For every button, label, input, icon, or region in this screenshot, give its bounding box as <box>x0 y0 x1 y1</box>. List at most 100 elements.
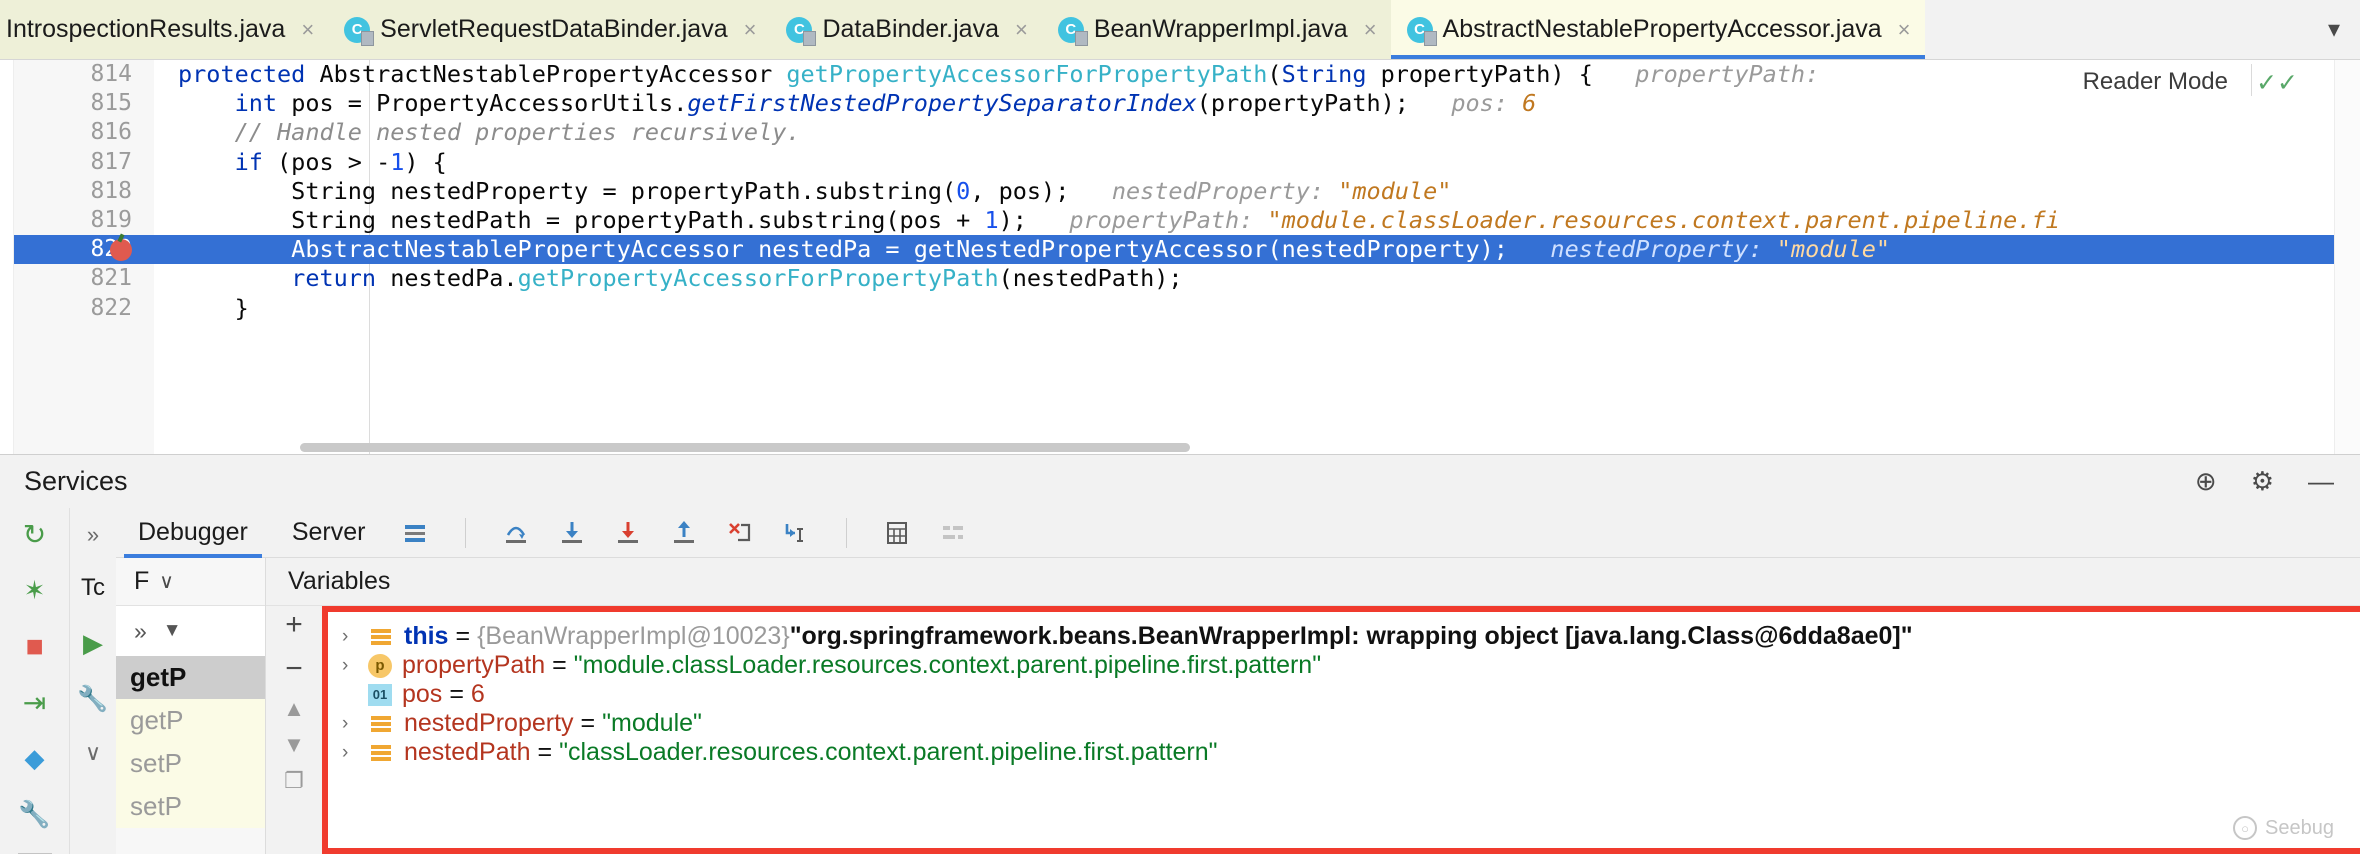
code-token: protected <box>178 60 320 88</box>
code-line-820[interactable]: AbstractNestablePropertyAccessor nestedP… <box>154 235 2360 265</box>
tab-debugger[interactable]: Debugger <box>116 508 270 558</box>
wrench-icon[interactable]: 🔧 <box>77 685 108 714</box>
chevron-down-icon[interactable]: ▼ <box>163 620 182 642</box>
rerun-debug-icon[interactable]: ✶ <box>18 574 52 608</box>
settings-icon[interactable] <box>935 515 971 551</box>
code-token: (propertyPath); <box>1196 89 1409 118</box>
gutter-line-822[interactable]: 822− <box>14 294 188 323</box>
code-token: 1 <box>984 205 999 234</box>
code-token: ) { <box>404 147 447 176</box>
ide-window: IntrospectionResults.java × C ServletReques… <box>0 0 2360 854</box>
add-watch-button[interactable]: + <box>285 610 303 640</box>
editor-tab-label: AbstractNestablePropertyAccessor.java <box>1442 15 1882 43</box>
step-into-icon[interactable] <box>554 515 590 551</box>
variable-row[interactable]: › p propertyPath = "module.classLoader.resou… <box>328 651 2360 680</box>
overflow-chevrons-icon[interactable]: » <box>87 522 99 548</box>
code-line-815[interactable]: int pos = PropertyAccessorUtils.getFirst… <box>154 89 2360 118</box>
code-line-818[interactable]: String nestedProperty = propertyPath.sub… <box>154 177 2360 206</box>
watermark: ○ Seebug <box>2233 816 2334 840</box>
frame-row[interactable]: setP <box>116 742 265 785</box>
seebug-logo-icon: ○ <box>2233 816 2258 840</box>
gutter-line-821[interactable]: 821 <box>14 264 154 293</box>
force-step-into-icon[interactable] <box>610 515 646 551</box>
add-service-icon[interactable]: ⊕ <box>2195 466 2217 497</box>
gutter-line-816[interactable]: 816 <box>14 118 154 147</box>
toolbar-divider-2 <box>846 517 848 548</box>
editor-tab-3[interactable]: C BeanWrapperImpl.java × <box>1041 0 1391 59</box>
expand-chevron-right-icon[interactable]: › <box>342 742 368 764</box>
frame-row[interactable]: getP <box>116 656 265 699</box>
breakpoint-icon[interactable] <box>110 239 132 262</box>
gutter-line-815[interactable]: 815 <box>14 89 154 118</box>
settings-gear-icon[interactable]: ⚙ <box>2251 466 2274 497</box>
settings-wrench-icon[interactable]: 🔧 <box>18 797 52 831</box>
layout-icon[interactable] <box>397 515 433 551</box>
frames-list[interactable]: getP getP setP setP <box>116 656 265 828</box>
tab-server[interactable]: Server <box>270 508 388 558</box>
code-token: 0 <box>956 176 971 205</box>
frames-panel: F ∨ » ▼ getP getP setP setP <box>116 558 266 854</box>
close-icon[interactable]: × <box>301 17 314 43</box>
expand-chevron-right-icon[interactable]: › <box>342 626 368 648</box>
expand-chevron-right-icon[interactable]: › <box>342 655 368 677</box>
gutter-line-814[interactable]: 814− <box>14 60 188 89</box>
close-icon[interactable]: × <box>1015 17 1028 43</box>
rerun-icon[interactable]: ↻ <box>18 518 52 552</box>
drop-frame-icon[interactable] <box>722 515 758 551</box>
code-line-822[interactable]: } <box>154 294 2360 323</box>
run-to-cursor-icon[interactable] <box>778 515 814 551</box>
close-icon[interactable]: × <box>744 17 757 43</box>
code-token: ); <box>998 205 1027 234</box>
code-editor[interactable]: 814−815816817−818819820821822− protected… <box>0 60 2360 454</box>
gutter-line-817[interactable]: 817− <box>14 148 188 177</box>
code-line-816[interactable]: // Handle nested properties recursively. <box>154 118 2360 147</box>
close-icon[interactable]: × <box>1364 17 1377 43</box>
gutter-line-818[interactable]: 818 <box>14 177 154 206</box>
editor-gutter[interactable]: 814−815816817−818819820821822− <box>14 60 188 454</box>
expand-chevron-right-icon[interactable]: › <box>342 713 368 735</box>
editor-tab-1[interactable]: C ServletRequestDataBinder.java × <box>328 0 771 59</box>
gutter-line-819[interactable]: 819 <box>14 206 154 235</box>
variables-header: Variables <box>266 558 2360 606</box>
inspections-ok-icon[interactable]: ✓✓ <box>2256 68 2298 98</box>
minimize-icon[interactable]: — <box>2308 466 2334 497</box>
gutter-line-820[interactable]: 820 <box>14 235 154 265</box>
editor-horizontal-scrollbar[interactable] <box>300 443 1190 452</box>
mute-breakpoints-icon[interactable]: ◆ <box>18 741 52 775</box>
editor-tab-0[interactable]: IntrospectionResults.java × <box>0 0 329 59</box>
variable-row[interactable]: › this = {BeanWrapperImpl@10023} "org.sprin… <box>328 622 2360 651</box>
debugger-tab-bar: Debugger Server <box>116 508 2360 558</box>
close-icon[interactable]: × <box>1898 17 1911 43</box>
step-out-icon[interactable] <box>666 515 702 551</box>
variable-row[interactable]: › nestedProperty = "module" <box>328 709 2360 738</box>
thread-selector[interactable]: » ▼ <box>116 606 265 656</box>
code-line-814[interactable]: protected AbstractNestablePropertyAccess… <box>154 60 2360 89</box>
editor-marker-bar <box>0 60 14 454</box>
resume-program-icon[interactable]: ⇥ <box>18 686 52 720</box>
evaluate-expression-icon[interactable] <box>879 515 915 551</box>
copy-button[interactable]: ❐ <box>284 770 304 792</box>
remove-watch-button[interactable]: − <box>285 654 303 684</box>
chevron-down-icon[interactable]: ∨ <box>85 740 101 766</box>
variable-row[interactable]: › nestedPath = "classLoader.resources.conte… <box>328 738 2360 767</box>
frame-row[interactable]: getP <box>116 699 265 742</box>
threads-tab-label[interactable]: Tc <box>81 574 105 602</box>
code-line-817[interactable]: if (pos > -1) { <box>154 148 2360 177</box>
step-over-icon[interactable] <box>498 515 534 551</box>
variable-row[interactable]: ›01pos=6 <box>328 680 2360 709</box>
chevron-down-icon[interactable]: ∨ <box>159 569 174 594</box>
code-token: ( <box>1267 60 1282 88</box>
code-line-819[interactable]: String nestedPath = propertyPath.substri… <box>154 206 2360 235</box>
code-line-821[interactable]: return nestedPa.getPropertyAccessorForPr… <box>154 264 2360 293</box>
variables-list[interactable]: › this = {BeanWrapperImpl@10023} "org.sprin… <box>322 606 2360 854</box>
stop-icon[interactable]: ■ <box>18 630 52 664</box>
reader-mode-label[interactable]: Reader Mode <box>2070 66 2240 98</box>
editor-tab-2[interactable]: C DataBinder.java × <box>770 0 1042 59</box>
editor-code-area[interactable]: protected AbstractNestablePropertyAccess… <box>154 60 2360 454</box>
move-up-button[interactable]: ▲ <box>283 698 305 720</box>
tab-overflow-chevron-down-icon[interactable]: ▾ <box>2308 0 2360 59</box>
frame-row[interactable]: setP <box>116 785 265 828</box>
move-down-button[interactable]: ▼ <box>283 734 305 756</box>
editor-tab-4[interactable]: C AbstractNestablePropertyAccessor.java × <box>1390 0 1925 59</box>
resume-icon[interactable]: ▶ <box>83 628 103 659</box>
